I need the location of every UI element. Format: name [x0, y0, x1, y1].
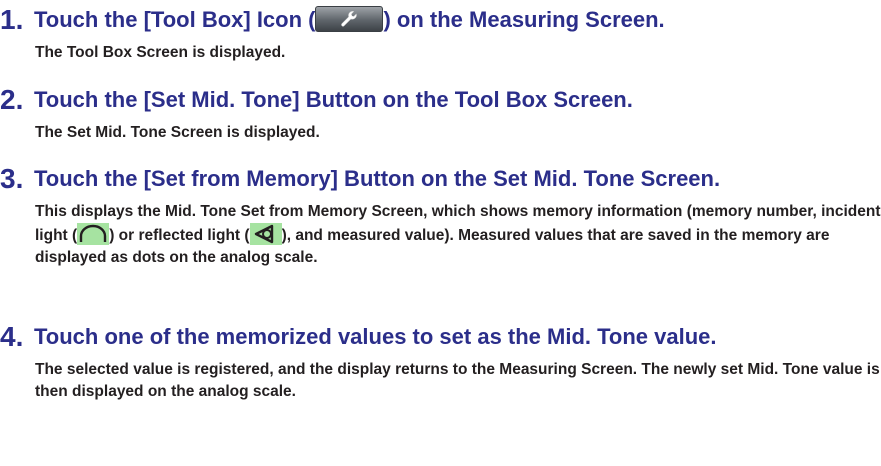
step-1-number: 1.: [0, 4, 24, 35]
step-1: 1. Touch the [Tool Box] Icon ( ) on the M…: [0, 2, 881, 64]
step-3-description: This displays the Mid. Tone Set from Mem…: [35, 201, 881, 269]
step-2-description: The Set Mid. Tone Screen is displayed.: [35, 124, 320, 141]
step-3: 3. Touch the [Set from Memory] Button on…: [0, 161, 881, 269]
step-2-heading: Touch the [Set Mid. Tone] Button on the …: [34, 87, 633, 112]
step-1-heading-row: 1. Touch the [Tool Box] Icon ( ) on the M…: [0, 2, 881, 42]
step-1-description: The Tool Box Screen is displayed.: [35, 44, 286, 61]
reflected-light-icon: [249, 223, 282, 245]
step-2-heading-row: 2. Touch the [Set Mid. Tone] Button on t…: [0, 82, 881, 122]
step-3-heading: Touch the [Set from Memory] Button on th…: [34, 166, 721, 191]
step-3-heading-row: 3. Touch the [Set from Memory] Button on…: [0, 161, 881, 201]
incident-light-dome-icon: [77, 223, 110, 245]
step-4-heading: Touch one of the memorized values to set…: [34, 324, 717, 349]
step-2: 2. Touch the [Set Mid. Tone] Button on t…: [0, 82, 881, 144]
step-1-heading-end: ) on the Measuring Screen.: [383, 7, 665, 32]
step-3-number: 3.: [0, 163, 24, 194]
step-1-heading-start: Touch the [Tool Box] Icon (: [34, 7, 316, 32]
step-1-heading: Touch the [Tool Box] Icon ( ) on the Meas…: [34, 6, 665, 34]
step-4-number: 4.: [0, 321, 24, 352]
step-4: 4. Touch one of the memorized values to …: [0, 319, 881, 403]
step-2-number: 2.: [0, 84, 24, 115]
step-4-heading-row: 4. Touch one of the memorized values to …: [0, 319, 881, 359]
instruction-page: 1. Touch the [Tool Box] Icon ( ) on the M…: [0, 0, 881, 466]
wrench-icon: [315, 6, 384, 32]
step-4-description: The selected value is registered, and th…: [35, 361, 880, 400]
step-3-description-part2: ) or reflected light (: [109, 227, 250, 244]
